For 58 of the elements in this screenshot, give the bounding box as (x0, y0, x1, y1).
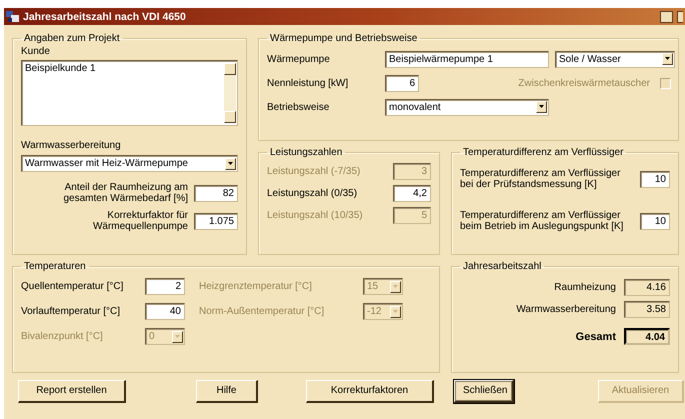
caret-icon (539, 105, 544, 108)
caret-icon (175, 334, 180, 338)
group-title: Leistungszahlen (269, 147, 344, 158)
field-label: Korrekturfaktor für Wärmequellenpumpe (92, 210, 188, 232)
group-title: Jahresarbeitszahl (462, 261, 542, 272)
dialog-button[interactable]: Schließen (454, 380, 514, 402)
input-field[interactable]: 2 (145, 278, 185, 295)
caret-icon (393, 284, 398, 288)
close-icon[interactable] (677, 10, 683, 22)
field-label: Temperaturdifferenz am Verflüssiger beim Betrieb im Auslegungspunkt [K] (460, 210, 624, 232)
field-label: Wärmepumpe (267, 54, 331, 64)
text-area[interactable]: Beispielkunde 1 (21, 60, 238, 126)
field-label: Raumheizung (553, 282, 616, 293)
field-label: Warmwasserbereitung (21, 140, 122, 151)
checkbox-label: Zwischenkreiswärmetauscher (518, 78, 650, 88)
field-label: Nennleistung [kW] (267, 78, 350, 88)
field-label: Anteil der Raumheizung am gesamten Wärmebedarf [%] (62, 182, 188, 204)
input-field[interactable]: 82 (194, 184, 238, 202)
dropdown-field[interactable]: Warmwasser mit Heiz-Wärmepumpe (21, 155, 238, 172)
field-label: Leistungszahl (0/35) (267, 188, 358, 198)
value-display: 4.16 (624, 279, 670, 296)
group-title: Wärmepumpe und Betriebsweise (269, 33, 418, 44)
dialog-button[interactable]: Korrekturfaktoren (306, 380, 434, 402)
field-label: Gesamt (574, 330, 616, 342)
input-field[interactable]: 4,2 (393, 184, 431, 202)
field-label: Kunde (21, 46, 51, 57)
group-title: Temperaturen (23, 261, 87, 272)
input-field[interactable]: 6 (385, 74, 419, 92)
caret-icon (228, 162, 233, 164)
window-title: Jahresarbeitszahl nach VDI 4650 (23, 10, 187, 22)
field-label: Bivalenzpunkt [°C] (21, 331, 104, 342)
value-display: 4.04 (624, 328, 670, 345)
input-field[interactable]: 10 (640, 212, 670, 230)
input-field[interactable]: 1.075 (194, 212, 238, 230)
field-label: Betriebsweise (267, 102, 330, 112)
caret-icon (393, 310, 398, 312)
dialog-button[interactable]: Report erstellen (18, 380, 126, 402)
app-icon (6, 10, 19, 23)
dropdown-field[interactable]: Sole / Wasser (555, 50, 675, 68)
input-field[interactable]: 10 (640, 170, 670, 188)
group-title: Angaben zum Projekt (23, 33, 121, 44)
value-display: 3.58 (624, 301, 670, 318)
dropdown-field[interactable]: monovalent (385, 98, 549, 116)
field-label: Vorlauftemperatur [°C] (21, 306, 122, 317)
field-label: Leistungszahl (10/35) (267, 210, 364, 220)
dialog-button[interactable]: Hilfe (196, 380, 258, 402)
input-field[interactable]: 40 (145, 303, 185, 320)
field-label: Heizgrenztemperatur [°C] (199, 281, 313, 292)
caret-icon (665, 57, 670, 60)
field-label: Quellentemperatur [°C] (21, 281, 124, 292)
input-field[interactable]: Beispielwärmepumpe 1 (385, 50, 549, 68)
field-label: Temperaturdifferenz am Verflüssiger bei der Prüfstandsmessung [K] (460, 168, 622, 190)
group-title: Temperaturdifferenz am Verflüssiger (462, 147, 624, 158)
field-label: Warmwasserbereitung (515, 304, 616, 315)
restore-icon[interactable] (660, 10, 673, 22)
field-label: Norm-Außentemperatur [°C] (199, 306, 326, 317)
scrollbar[interactable] (224, 63, 236, 123)
field-label: Leistungszahl (-7/35) (267, 166, 362, 176)
